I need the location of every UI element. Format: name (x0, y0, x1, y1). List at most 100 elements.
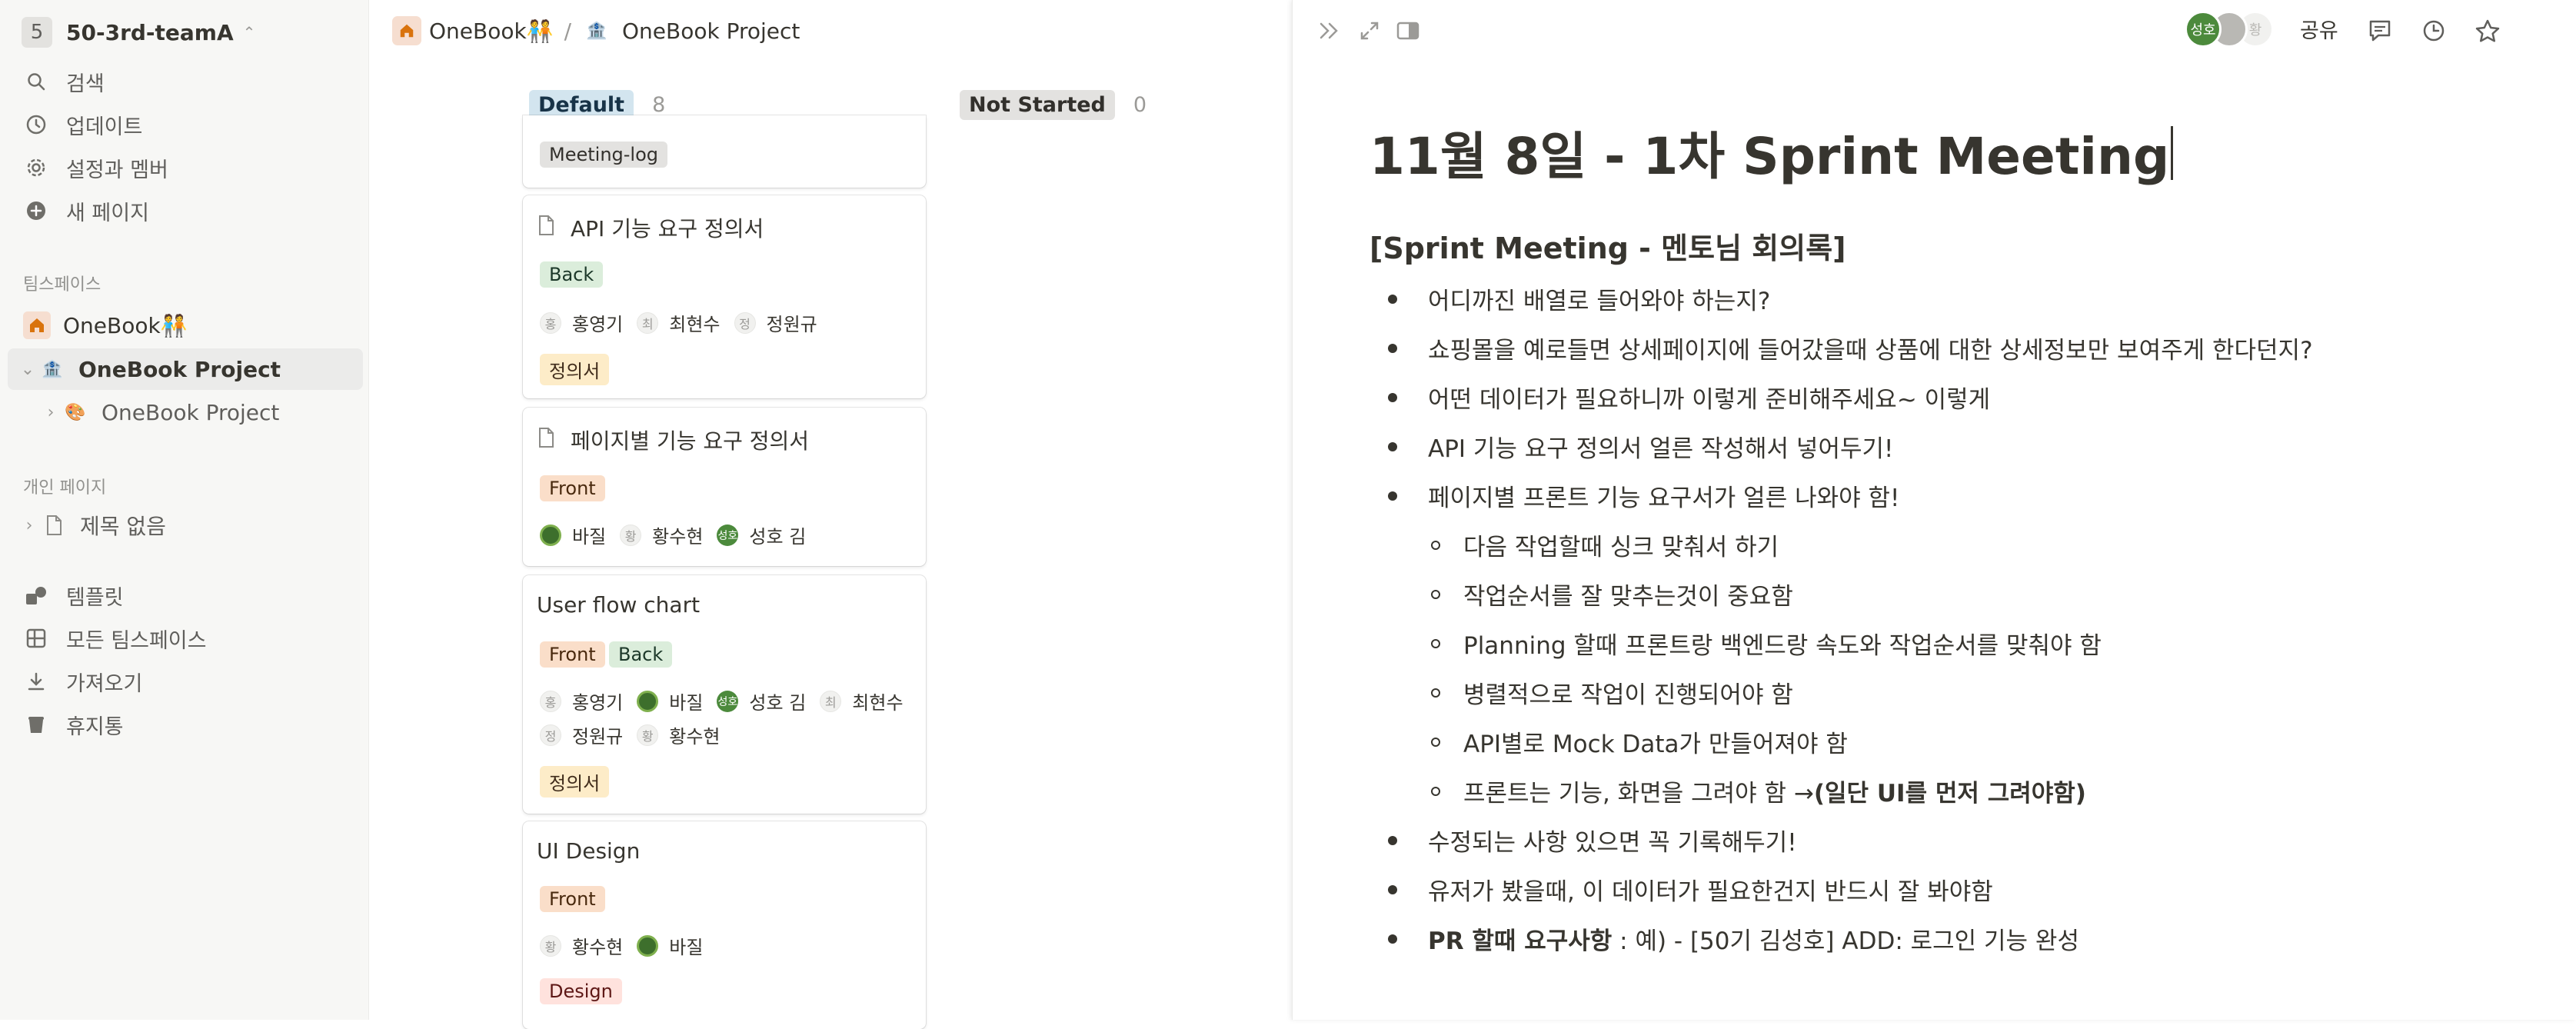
workspace-badge: 5 (22, 17, 52, 48)
board-card-page-spec[interactable]: 페이지별 기능 요구 정의서 Front 바질 황 황수현 성호 성호 김 (523, 408, 926, 566)
bullet-item[interactable]: 수정되는 사항 있으면 꼭 기록해두기! (1388, 823, 1797, 858)
board-group-not-started[interactable]: Not Started 0 (960, 86, 1147, 123)
tag-design: Design (540, 978, 622, 1004)
board-card-user-flow[interactable]: User flow chart Front Back 홍 홍영기 바질 성호 성호 … (523, 575, 926, 814)
history-icon[interactable] (2418, 15, 2449, 46)
comment-icon[interactable] (2365, 15, 2395, 46)
collaborator-avatars[interactable]: 성호 황 (2185, 11, 2280, 51)
tree-label: 제목 없음 (80, 514, 166, 539)
nav-label: 검색 (66, 72, 105, 96)
bullet-text: API별로 Mock Data가 만들어져야 함 (1463, 731, 1848, 758)
bullet-item[interactable]: PR 할때 요구사항 : 예) - [50기 김성호] ADD: 로그인 기능 … (1388, 921, 2079, 956)
bullet-dot (1388, 934, 1397, 944)
document-icon (537, 215, 555, 241)
side-peek-icon[interactable] (1393, 15, 1423, 46)
board-card-api-spec[interactable]: API 기능 요구 정의서 Back 홍 홍영기 최 최현수 정 정원규 정의서 (523, 195, 926, 398)
nav-all-teamspaces[interactable]: 모든 팀스페이스 (23, 620, 354, 657)
plus-circle-icon (23, 198, 49, 224)
tag-front: Front (540, 641, 605, 668)
avatar: 성호 (717, 524, 739, 546)
sub-bullet-item[interactable]: 병렬적으로 작업이 진행되어야 함 (1431, 675, 1793, 710)
bullet-ring (1431, 589, 1440, 599)
bullet-item[interactable]: 쇼핑몰을 예로들면 상세페이지에 들어갔을때 상품에 대한 상세정보만 보여주게… (1388, 331, 2313, 365)
group-count: 0 (1133, 92, 1147, 117)
bullet-dot (1388, 835, 1397, 845)
workspace-switcher[interactable]: 5 50-3rd-teamA ⌃ (22, 15, 255, 49)
card-title-row: 페이지별 기능 요구 정의서 (537, 425, 809, 455)
card-title: UI Design (537, 838, 641, 864)
page-title[interactable]: 11월 8일 - 1차 Sprint Meeting (1370, 115, 2174, 189)
avatar: 홍 (540, 311, 561, 334)
nav-updates[interactable]: 업데이트 (23, 106, 354, 143)
bullet-dot (1388, 884, 1397, 894)
board-card-meeting-log[interactable]: Meeting-log (523, 115, 926, 188)
document-icon (537, 427, 555, 454)
bullet-text: 어떤 데이터가 필요하니까 이렇게 준비해주세요~ 이렇게 (1428, 386, 1991, 414)
card-assignees-row2: 정 정원규 황 황수현 (540, 721, 734, 748)
chevron-down-icon[interactable]: ⌄ (17, 360, 38, 379)
bullet-text: Planning 할때 프론트랑 백엔드랑 속도와 작업순서를 맞춰야 함 (1463, 632, 2102, 660)
breadcrumb-onebook-project[interactable]: OneBook Project (622, 18, 800, 44)
bank-emoji-icon: 🏦 (42, 359, 63, 379)
star-icon[interactable] (2472, 15, 2503, 46)
sidebar-item-onebook[interactable]: OneBook🧑‍🤝‍🧑 (23, 305, 354, 346)
bullet-item[interactable]: API 기능 요구 정의서 얼른 작성해서 넣어두기! (1388, 429, 1893, 464)
avatar (637, 934, 659, 957)
gear-icon (23, 155, 49, 181)
bullet-item[interactable]: 어디까진 배열로 들어와야 하는지? (1388, 281, 1770, 316)
assignee-name: 바질 (572, 526, 607, 548)
bullet-bold-text: PR 할때 요구사항 (1428, 927, 1612, 955)
board-card-ui-design[interactable]: UI Design Front 황 황수현 바질 Design (523, 821, 926, 1029)
chevron-right-icon[interactable]: › (18, 516, 40, 535)
assignee-name: 홍영기 (572, 314, 624, 335)
group-count: 8 (652, 92, 666, 117)
bullet-text: 다음 작업할때 싱크 맞춰서 하기 (1463, 534, 1779, 561)
page-heading[interactable]: [Sprint Meeting - 멘토님 회의록] (1370, 225, 1846, 267)
card-assignees: 바질 황 황수현 성호 성호 김 (540, 521, 820, 548)
nav-templates[interactable]: 템플릿 (23, 577, 354, 614)
avatar: 성호 (717, 690, 739, 712)
avatar: 정 (540, 724, 561, 746)
sidebar-item-onebook-project[interactable]: ⌄ 🏦 OneBook Project (8, 348, 363, 390)
sub-bullet-item[interactable]: 프론트는 기능, 화면을 그려야 함 → (일단 UI를 먼저 그려야함) (1431, 774, 2086, 808)
bullet-item[interactable]: 유저가 봤을때, 이 데이터가 필요한건지 반드시 잘 봐야함 (1388, 872, 1993, 907)
share-button[interactable]: 공유 (2300, 14, 2338, 44)
nav-search[interactable]: 검색 (23, 63, 354, 100)
sidebar-item-untitled[interactable]: › 제목 없음 (18, 505, 357, 546)
avatar (637, 690, 659, 712)
text-cursor (2171, 126, 2174, 180)
bullet-item[interactable]: 어떤 데이터가 필요하니까 이렇게 준비해주세요~ 이렇게 (1388, 380, 1990, 415)
breadcrumb-onebook[interactable]: OneBook🧑‍🤝‍🧑 (429, 18, 554, 44)
double-chevron-right-icon[interactable] (1314, 15, 1345, 46)
nav-settings[interactable]: 설정과 멤버 (23, 149, 354, 186)
bullet-dot (1388, 491, 1397, 501)
nav-import[interactable]: 가져오기 (23, 663, 354, 700)
sub-bullet-item[interactable]: 다음 작업할때 싱크 맞춰서 하기 (1431, 528, 1779, 562)
sub-bullet-item[interactable]: API별로 Mock Data가 만들어져야 함 (1431, 724, 1848, 759)
avatar: 정 (734, 311, 756, 334)
bullet-item[interactable]: 페이지별 프론트 기능 요구서가 얼른 나와야 함! (1388, 478, 1899, 513)
assignee-name: 최현수 (669, 314, 721, 335)
bullet-dot (1388, 343, 1397, 353)
card-title: 페이지별 기능 요구 정의서 (571, 428, 810, 454)
avatar: 최 (820, 690, 842, 712)
assignee-name: 황수현 (652, 526, 704, 548)
bullet-dot (1388, 392, 1397, 402)
chevron-right-icon[interactable]: › (40, 403, 62, 422)
sub-bullet-item[interactable]: Planning 할때 프론트랑 백엔드랑 속도와 작업순서를 맞춰야 함 (1431, 626, 2102, 661)
bullet-dot (1388, 294, 1397, 304)
tree-label: OneBook🧑‍🤝‍🧑 (63, 312, 188, 338)
breadcrumb-separator: / (564, 18, 571, 44)
private-section-label: 개인 페이지 (23, 478, 107, 498)
assignee-name: 성호 김 (749, 526, 807, 548)
tag-front: Front (540, 886, 605, 912)
expand-icon[interactable] (1354, 15, 1385, 46)
nav-new-page[interactable]: 새 페이지 (23, 192, 354, 229)
clock-icon (23, 112, 49, 138)
sidebar-item-onebook-project-child[interactable]: › 🎨 OneBook Project (40, 391, 355, 433)
nav-trash[interactable]: 휴지통 (23, 706, 354, 743)
tag-definition: 정의서 (540, 354, 610, 385)
bullet-text: 프론트는 기능, 화면을 그려야 함 → (1463, 780, 1814, 808)
nav-label: 모든 팀스페이스 (66, 628, 207, 653)
sub-bullet-item[interactable]: 작업순서를 잘 맞추는것이 중요함 (1431, 577, 1793, 611)
